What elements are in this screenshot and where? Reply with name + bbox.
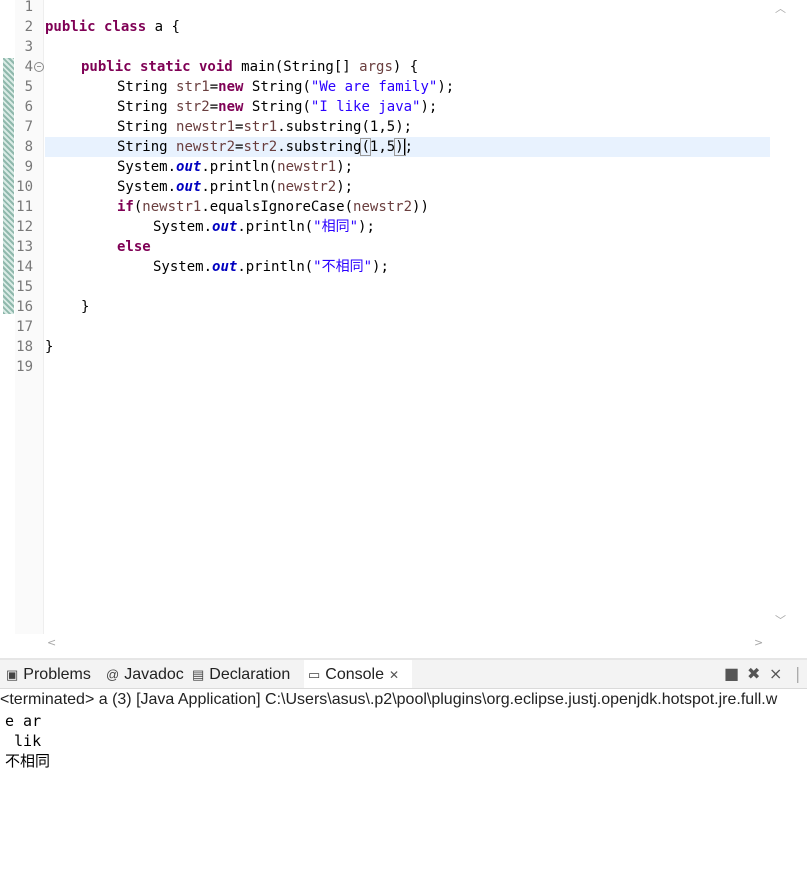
code-line: public class a { <box>45 19 180 35</box>
line-number: 5 <box>24 79 33 95</box>
chevron-down-icon[interactable]: ﹀ <box>775 612 786 628</box>
toolbar-separator: | <box>795 664 801 683</box>
console-line: e ar <box>5 712 42 730</box>
line-number: 3 <box>24 39 33 55</box>
console-line: lik <box>5 732 42 750</box>
code-line: System.out.println("相同"); <box>153 219 375 235</box>
line-number: 14 <box>16 259 33 275</box>
line-number: 7 <box>24 119 33 135</box>
code-line: public static void main(String[] args) { <box>81 59 419 75</box>
line-number: 4 <box>24 59 33 75</box>
remove-all-terminated-icon[interactable]: ⨯ <box>769 664 782 684</box>
line-number: 10 <box>16 179 33 195</box>
console-output[interactable]: e ar lik 不相同 <box>0 711 807 873</box>
line-number: 17 <box>16 319 33 335</box>
remove-launch-icon[interactable]: ✖ <box>747 664 760 684</box>
code-line: if(newstr1.equalsIgnoreCase(newstr2)) <box>117 199 429 215</box>
code-line: String str2=new String("I like java"); <box>117 99 438 115</box>
console-icon: ▭ <box>308 667 321 682</box>
line-number: 8 <box>24 139 33 155</box>
line-number: 11 <box>16 199 33 215</box>
text-caret: ) <box>394 138 406 156</box>
code-area[interactable]: public class a { public static void main… <box>45 0 770 634</box>
code-line: String newstr2=str2.substring(1,5); <box>117 138 414 156</box>
line-number: 2 <box>24 19 33 35</box>
code-line: System.out.println(newstr2); <box>117 179 354 195</box>
vertical-scrollbar[interactable]: ︿ ﹀ <box>770 0 790 634</box>
code-line: else <box>117 239 151 255</box>
line-number: 15 <box>16 279 33 295</box>
code-line: System.out.println("不相同"); <box>153 259 389 275</box>
terminate-icon[interactable]: ■ <box>724 664 739 684</box>
at-sign-icon: @ <box>106 667 120 682</box>
code-line: String str1=new String("We are family"); <box>117 79 455 95</box>
line-number: 6 <box>24 99 33 115</box>
quick-diff-marker <box>3 58 14 314</box>
line-number: 18 <box>16 339 33 355</box>
console-line: 不相同 <box>5 752 51 770</box>
code-editor[interactable]: 1 2 3 4 − 5 6 7 8 9 10 11 12 13 14 15 16… <box>0 0 807 658</box>
line-number: 12 <box>16 219 33 235</box>
tab-javadoc[interactable]: @ Javadoc <box>106 660 186 688</box>
horizontal-scrollbar[interactable]: < > <box>43 634 770 652</box>
declaration-icon: ▤ <box>192 667 205 682</box>
tab-console[interactable]: ▭ Console ✕ <box>304 660 412 688</box>
line-number: 1 <box>24 0 33 15</box>
tab-problems[interactable]: ▣ Problems <box>6 660 98 688</box>
collapse-minus-icon[interactable]: − <box>34 62 44 72</box>
close-icon[interactable]: ✕ <box>389 668 399 682</box>
code-line: System.out.println(newstr1); <box>117 159 354 175</box>
line-number: 9 <box>24 159 33 175</box>
code-line: String newstr1=str1.substring(1,5); <box>117 119 413 135</box>
line-number: 19 <box>16 359 33 375</box>
chevron-right-icon[interactable]: > <box>754 636 763 649</box>
chevron-left-icon[interactable]: < <box>47 636 56 649</box>
console-process-label: <terminated> a (3) [Java Application] C:… <box>0 691 778 708</box>
quick-diff-ruler <box>0 0 15 634</box>
code-line: } <box>81 299 90 315</box>
problems-icon: ▣ <box>6 667 19 682</box>
line-number-gutter: 1 2 3 4 − 5 6 7 8 9 10 11 12 13 14 15 16… <box>15 0 44 634</box>
chevron-up-icon[interactable]: ︿ <box>775 0 786 16</box>
line-number: 13 <box>16 239 33 255</box>
line-number: 16 <box>16 299 33 315</box>
bracket-match: ( <box>360 138 371 156</box>
view-tab-bar: ▣ Problems @ Javadoc ▤ Declaration ▭ Console… <box>0 660 807 689</box>
tab-declaration[interactable]: ▤ Declaration <box>192 660 298 688</box>
code-line: } <box>45 339 54 355</box>
